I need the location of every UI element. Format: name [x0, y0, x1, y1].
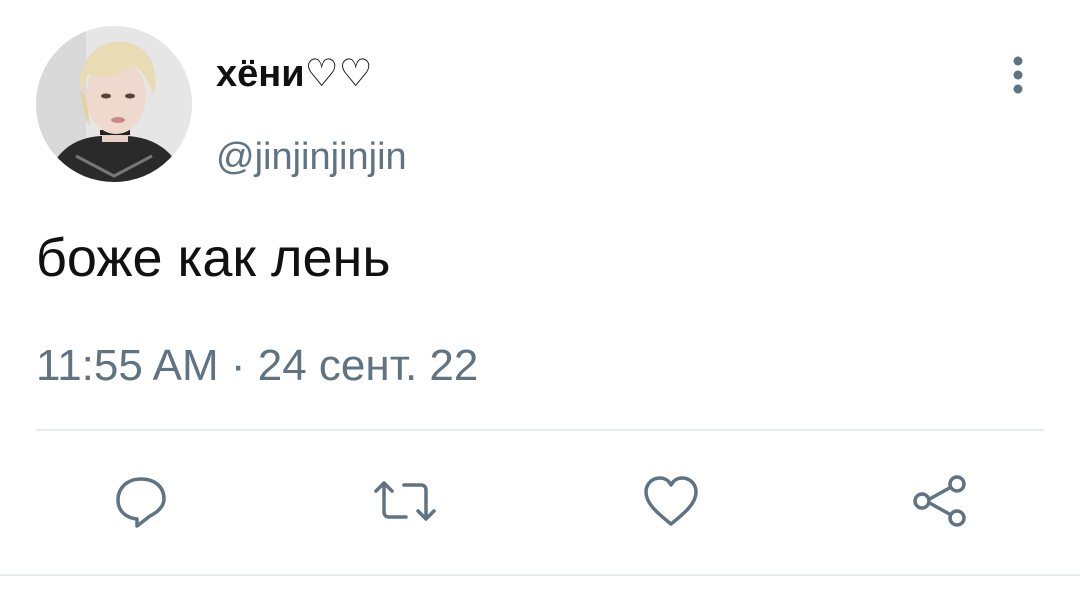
- retweet-button[interactable]: [370, 466, 440, 536]
- vertical-dots-icon: [1013, 56, 1023, 94]
- tweet-time: 11:55 AM: [36, 341, 219, 390]
- like-button[interactable]: [636, 466, 706, 536]
- author-display-name[interactable]: хёни♡♡: [216, 52, 373, 96]
- author-handle[interactable]: @jinjinjinjin: [216, 135, 407, 179]
- divider: [36, 429, 1044, 431]
- divider: [0, 574, 1080, 576]
- avatar-photo: [36, 26, 192, 182]
- meta-separator: ·: [230, 341, 246, 390]
- tweet-text: боже как лень: [36, 228, 391, 288]
- more-options-button[interactable]: [996, 50, 1040, 100]
- share-button[interactable]: [904, 466, 974, 536]
- tweet-date: 24 сент. 22: [257, 341, 479, 390]
- reply-button[interactable]: [106, 466, 176, 536]
- retweet-icon: [374, 481, 436, 521]
- share-icon: [913, 475, 966, 527]
- reply-icon: [116, 477, 166, 528]
- avatar[interactable]: [36, 26, 192, 182]
- tweet-timestamp[interactable]: 11:55 AM · 24 сент. 22: [36, 338, 478, 394]
- heart-icon: [644, 476, 698, 526]
